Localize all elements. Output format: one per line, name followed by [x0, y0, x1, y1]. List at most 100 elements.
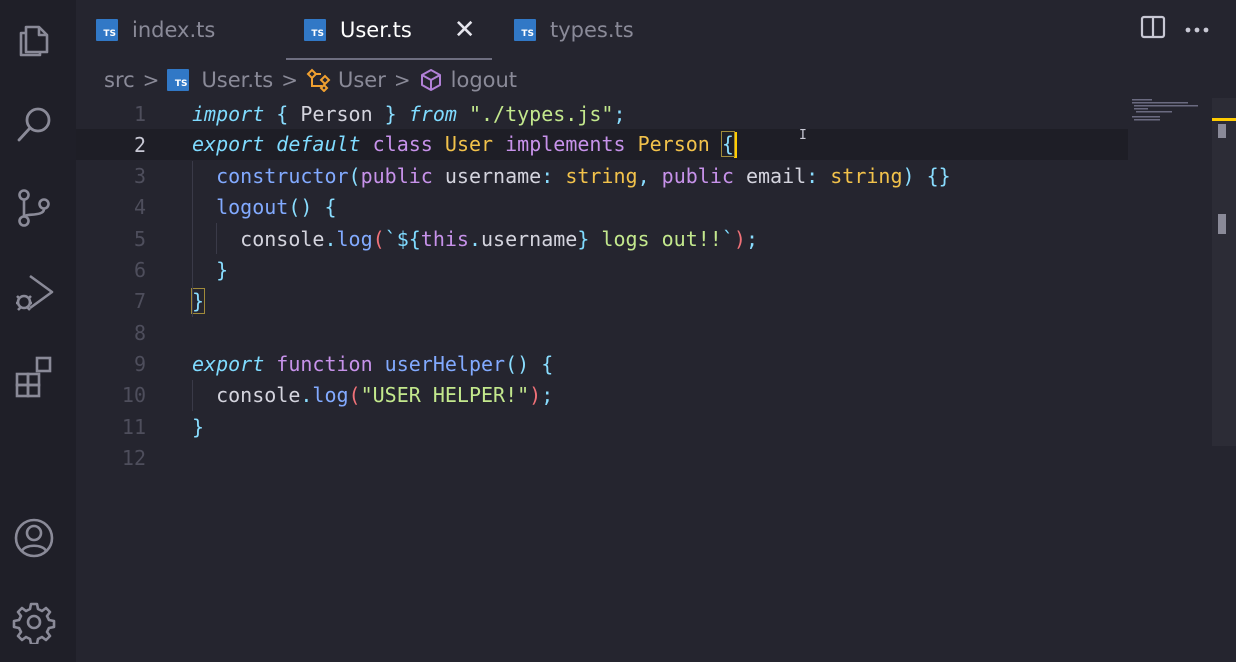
code-line[interactable]: 12: [76, 442, 1128, 473]
code-token: ,: [637, 164, 662, 189]
files-icon[interactable]: [10, 16, 58, 64]
code-line[interactable]: 6 }: [76, 255, 1128, 286]
code-line[interactable]: 3 constructor(public username: string, p…: [76, 161, 1128, 192]
code-token: constructor: [216, 164, 349, 189]
code-token: Person: [637, 131, 710, 156]
typescript-file-icon: TS: [167, 69, 190, 91]
tab-user-ts[interactable]: TS User.ts ✕: [286, 0, 492, 60]
code-token: function: [276, 351, 373, 376]
indent-guide: [216, 223, 217, 255]
vertical-scrollbar[interactable]: [1212, 98, 1236, 446]
code-token: () {: [505, 351, 554, 376]
breadcrumb-folder[interactable]: src: [104, 68, 135, 92]
more-actions-icon[interactable]: [1184, 18, 1210, 38]
tab-index-ts[interactable]: TS index.ts: [96, 0, 286, 60]
extensions-icon[interactable]: [10, 352, 58, 400]
code-text: }: [190, 288, 206, 315]
run-debug-icon[interactable]: [10, 268, 58, 316]
code-editor[interactable]: 1 import { Person } from "./types.js"; 2 ex…: [76, 98, 1236, 662]
code-line[interactable]: 7}: [76, 286, 1128, 317]
breadcrumb-file[interactable]: TS User.ts: [167, 68, 273, 92]
code-token: logout: [216, 195, 289, 220]
code-text: constructor(public username: string, pub…: [192, 164, 951, 188]
code-token: {: [264, 101, 301, 126]
code-token: (: [372, 226, 385, 251]
code-token: userHelper: [384, 351, 506, 376]
code-token: .: [300, 383, 313, 408]
code-text: console.log(`${this.username} logs out!!…: [192, 227, 758, 251]
code-token: string: [565, 164, 638, 189]
line-number: 12: [121, 445, 146, 470]
breadcrumb-class[interactable]: User: [306, 68, 386, 92]
text-cursor-icon: I: [799, 128, 807, 143]
code-token: log: [312, 383, 349, 408]
search-icon[interactable]: [10, 100, 58, 148]
code-token: ): [529, 383, 542, 408]
line-number: 4: [133, 195, 146, 220]
scrollbar-thumb[interactable]: [1218, 124, 1226, 138]
code-line[interactable]: 5 console.log(`${this.username} logs out…: [76, 223, 1128, 254]
code-token: (: [348, 383, 361, 408]
code-token: User: [444, 131, 494, 156]
code-token: }: [190, 288, 206, 315]
tab-label: types.ts: [550, 18, 634, 42]
code-token: username: [432, 164, 542, 189]
code-line[interactable]: 8: [76, 317, 1128, 348]
code-token: email: [733, 164, 807, 189]
code-token: (: [348, 164, 361, 189]
breadcrumb-method[interactable]: logout: [419, 68, 517, 92]
account-icon[interactable]: [10, 514, 58, 562]
code-line[interactable]: 11}: [76, 411, 1128, 442]
breadcrumb-class-label: User: [338, 68, 386, 92]
code-token: public: [360, 164, 433, 189]
code-line[interactable]: 10 console.log("USER HELPER!");: [76, 380, 1128, 411]
code-line[interactable]: 4 logout() {: [76, 192, 1128, 223]
code-token: .: [324, 226, 337, 251]
code-token: import: [192, 101, 265, 126]
indent-guide: [192, 160, 193, 318]
code-token: this: [420, 226, 469, 251]
code-token: `: [721, 226, 734, 251]
code-text: }: [192, 258, 228, 282]
code-line[interactable]: 2 export default class User implements Pe…: [76, 129, 1128, 161]
line-number: 7: [133, 289, 146, 314]
code-text: console.log("USER HELPER!");: [192, 383, 553, 407]
code-token: from: [408, 101, 457, 126]
class-symbol-icon: [306, 68, 331, 92]
typescript-file-icon: TS: [514, 19, 536, 41]
cursor-position-marker: [1212, 118, 1236, 121]
code-token: public: [661, 164, 734, 189]
code-token: .: [468, 226, 482, 251]
code-text: logout() {: [192, 195, 336, 220]
settings-gear-icon[interactable]: [10, 598, 58, 646]
tab-label: User.ts: [340, 18, 412, 42]
code-token: {: [720, 130, 735, 157]
scrollbar-marker: [1218, 214, 1226, 234]
code-token: :: [806, 164, 831, 189]
line-number: 8: [133, 320, 146, 345]
code-token: export: [192, 351, 265, 376]
code-token: }: [577, 226, 590, 251]
tab-types-ts[interactable]: TS types.ts: [514, 0, 674, 60]
code-token: `${: [384, 226, 421, 251]
code-token: console: [192, 226, 325, 251]
line-number: 10: [121, 383, 146, 408]
code-token: ;: [745, 226, 758, 251]
close-tab-icon[interactable]: ✕: [454, 17, 476, 43]
code-token: :: [541, 164, 566, 189]
code-line[interactable]: 9 export function userHelper() {: [76, 348, 1128, 379]
code-token: default: [276, 131, 361, 156]
chevron-right-icon: >: [393, 68, 411, 92]
line-number: 1: [133, 101, 146, 126]
source-control-icon[interactable]: [10, 184, 58, 232]
code-line[interactable]: 1 import { Person } from "./types.js";: [76, 98, 1128, 129]
split-editor-icon[interactable]: [1140, 14, 1166, 40]
minimap[interactable]: [1130, 98, 1212, 128]
